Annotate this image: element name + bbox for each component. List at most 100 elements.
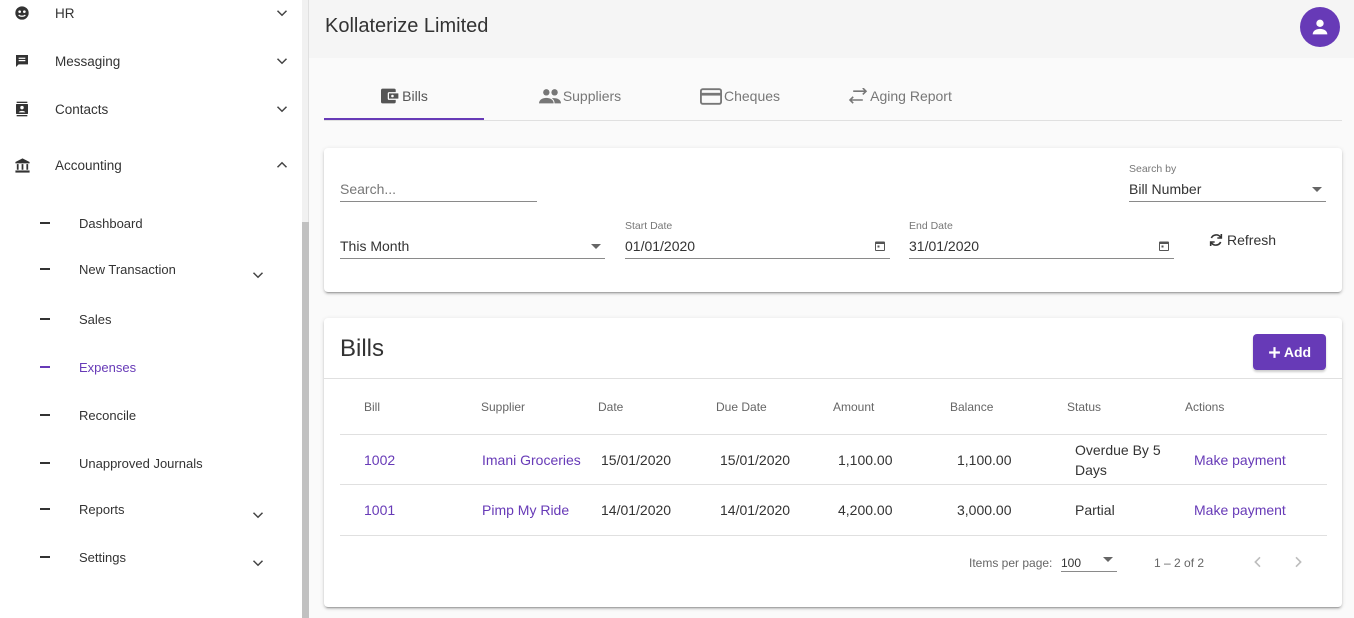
sidebar-subitem-unapproved-journals[interactable]: Unapproved Journals [0, 445, 302, 481]
chevron-down-icon [252, 272, 264, 279]
search-placeholder: Search... [340, 181, 397, 197]
paginator: Items per page: 100 1 – 2 of 2 [324, 548, 1342, 578]
tab-cheques[interactable]: Cheques [660, 72, 820, 120]
make-payment-link[interactable]: Make payment [1194, 502, 1286, 518]
chevron-up-icon [276, 161, 288, 168]
sidebar-item-label: Accounting [55, 157, 122, 173]
refresh-label: Refresh [1227, 232, 1277, 248]
page-title: Kollaterize Limited [325, 15, 489, 37]
sidebar-subitem-label: Settings [79, 549, 126, 565]
bill-number-link[interactable]: 1002 [364, 452, 395, 468]
bank-icon [13, 156, 31, 174]
bills-card: Bills Add Bill Supplier Date Due Date Am… [324, 318, 1342, 607]
sidebar-item-hr[interactable]: HR [0, 0, 302, 33]
dash-icon [40, 508, 50, 510]
add-bill-button[interactable]: Add [1253, 334, 1326, 370]
column-header-amount[interactable]: Amount [833, 400, 874, 414]
table-row: 1001 Pimp My Ride 14/01/2020 14/01/2020 … [340, 486, 1327, 536]
column-header-status[interactable]: Status [1067, 400, 1101, 414]
chevron-down-icon [252, 512, 264, 519]
add-label: Add [1283, 344, 1312, 360]
sidebar-item-contacts[interactable]: Contacts [0, 89, 302, 129]
period-value: This Month [340, 238, 410, 254]
wallet-icon [381, 88, 400, 104]
swap-horiz-icon [849, 88, 868, 104]
bills-title: Bills [340, 335, 385, 362]
tab-bills[interactable]: Bills [324, 72, 484, 120]
calendar-icon[interactable] [1158, 240, 1170, 252]
dropdown-arrow-icon [1103, 557, 1113, 562]
column-header-balance[interactable]: Balance [950, 400, 993, 414]
sidebar-subitem-label: Unapproved Journals [79, 455, 203, 471]
sidebar-subitem-reconcile[interactable]: Reconcile [0, 397, 302, 433]
search-by-value: Bill Number [1129, 181, 1202, 197]
sidebar-subitem-settings[interactable]: Settings [0, 539, 302, 575]
sidebar-item-label: Contacts [55, 101, 109, 117]
scrollbar-thumb[interactable] [302, 222, 309, 618]
sidebar-item-accounting[interactable]: Accounting [0, 145, 302, 185]
dash-icon [40, 366, 50, 368]
tab-suppliers[interactable]: Suppliers [500, 72, 660, 120]
avatar[interactable] [1300, 7, 1340, 47]
bill-amount: 4,200.00 [838, 502, 893, 518]
column-header-bill[interactable]: Bill [364, 400, 380, 414]
dash-icon [40, 222, 50, 224]
chevron-down-icon [276, 10, 288, 17]
main-content: Kollaterize Limited Bills Suppliers Cheq… [309, 0, 1354, 618]
tab-aging-report[interactable]: Aging Report [820, 72, 980, 120]
period-select[interactable]: This Month [340, 237, 605, 259]
column-header-supplier[interactable]: Supplier [481, 400, 525, 414]
bill-number-link[interactable]: 1001 [364, 502, 395, 518]
supplier-link[interactable]: Imani Groceries [482, 452, 581, 468]
tab-label: Bills [402, 88, 428, 104]
bill-status: Overdue By 5 [1075, 442, 1161, 458]
column-header-actions: Actions [1185, 400, 1225, 414]
bill-status-cont: Days [1075, 462, 1107, 478]
bill-amount: 1,100.00 [838, 452, 893, 468]
sidebar-subitem-expenses[interactable]: Expenses [0, 349, 302, 385]
chevron-down-icon [276, 106, 288, 113]
end-date-value: 31/01/2020 [909, 238, 980, 254]
tab-label: Cheques [723, 88, 781, 104]
tab-label: Aging Report [870, 88, 952, 104]
sidebar-scrollbar[interactable] [302, 0, 309, 618]
items-per-page-label: Items per page: [969, 556, 1053, 570]
chevron-down-icon [276, 58, 288, 65]
sidebar-subitem-dashboard[interactable]: Dashboard [0, 205, 302, 241]
calendar-icon[interactable] [874, 240, 886, 252]
end-date-input[interactable]: 31/01/2020 [909, 237, 1174, 259]
tab-active-indicator [324, 118, 484, 120]
dash-icon [40, 268, 50, 270]
sidebar-subitem-new-transaction[interactable]: New Transaction [0, 251, 302, 287]
sidebar-subitem-sales[interactable]: Sales [0, 301, 302, 337]
top-header: Kollaterize Limited [309, 0, 1354, 58]
sidebar-subitem-label: Dashboard [79, 215, 143, 231]
chevron-left-icon [1254, 556, 1261, 568]
chevron-right-icon [1295, 556, 1302, 568]
sidebar-item-label: HR [55, 5, 75, 21]
column-header-due-date[interactable]: Due Date [716, 400, 767, 414]
search-by-label: Search by [1129, 163, 1177, 175]
search-by-select[interactable]: Bill Number [1129, 180, 1326, 202]
refresh-icon [1209, 234, 1223, 246]
refresh-button[interactable]: Refresh [1208, 228, 1276, 252]
make-payment-link[interactable]: Make payment [1194, 452, 1286, 468]
supplier-link[interactable]: Pimp My Ride [482, 502, 569, 518]
dash-icon [40, 318, 50, 320]
dash-icon [40, 556, 50, 558]
sidebar-subitem-reports[interactable]: Reports [0, 491, 302, 527]
dropdown-arrow-icon [591, 244, 601, 249]
start-date-input[interactable]: 01/01/2020 [625, 237, 890, 259]
sidebar-item-messaging[interactable]: Messaging [0, 41, 302, 81]
next-page-button[interactable] [1286, 550, 1310, 574]
previous-page-button[interactable] [1246, 550, 1270, 574]
search-input[interactable]: Search... [340, 180, 537, 202]
bill-balance: 1,100.00 [957, 452, 1012, 468]
chevron-down-icon [252, 560, 264, 567]
column-header-date[interactable]: Date [598, 400, 623, 414]
end-date-label: End Date [909, 220, 953, 232]
user-icon [1312, 19, 1328, 35]
plus-icon [1268, 346, 1280, 358]
items-per-page-select[interactable]: 100 [1061, 550, 1117, 572]
filter-card: Search... Search by Bill Number This Mon… [324, 148, 1342, 292]
